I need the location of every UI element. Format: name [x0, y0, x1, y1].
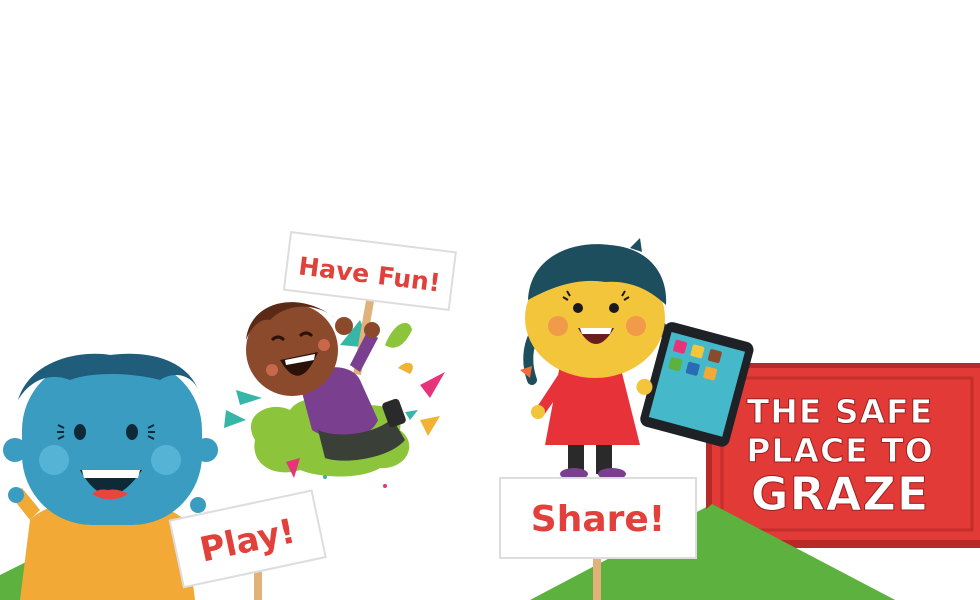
- scene-svg: THE SAFE PLACE TO GRAZE Have Fun! Play! …: [0, 230, 980, 600]
- hero-illustration: THE SAFE PLACE TO GRAZE Have Fun! Play! …: [0, 0, 980, 600]
- share-label: Share!: [531, 499, 665, 540]
- safe-place-banner: THE SAFE PLACE TO GRAZE: [706, 363, 980, 548]
- play-sign: Play!: [168, 489, 327, 600]
- girl: [520, 238, 677, 480]
- banner-line-3: GRAZE: [751, 467, 930, 521]
- banner-line-1: THE SAFE: [747, 392, 934, 431]
- banner-line-2: PLACE TO: [746, 431, 934, 470]
